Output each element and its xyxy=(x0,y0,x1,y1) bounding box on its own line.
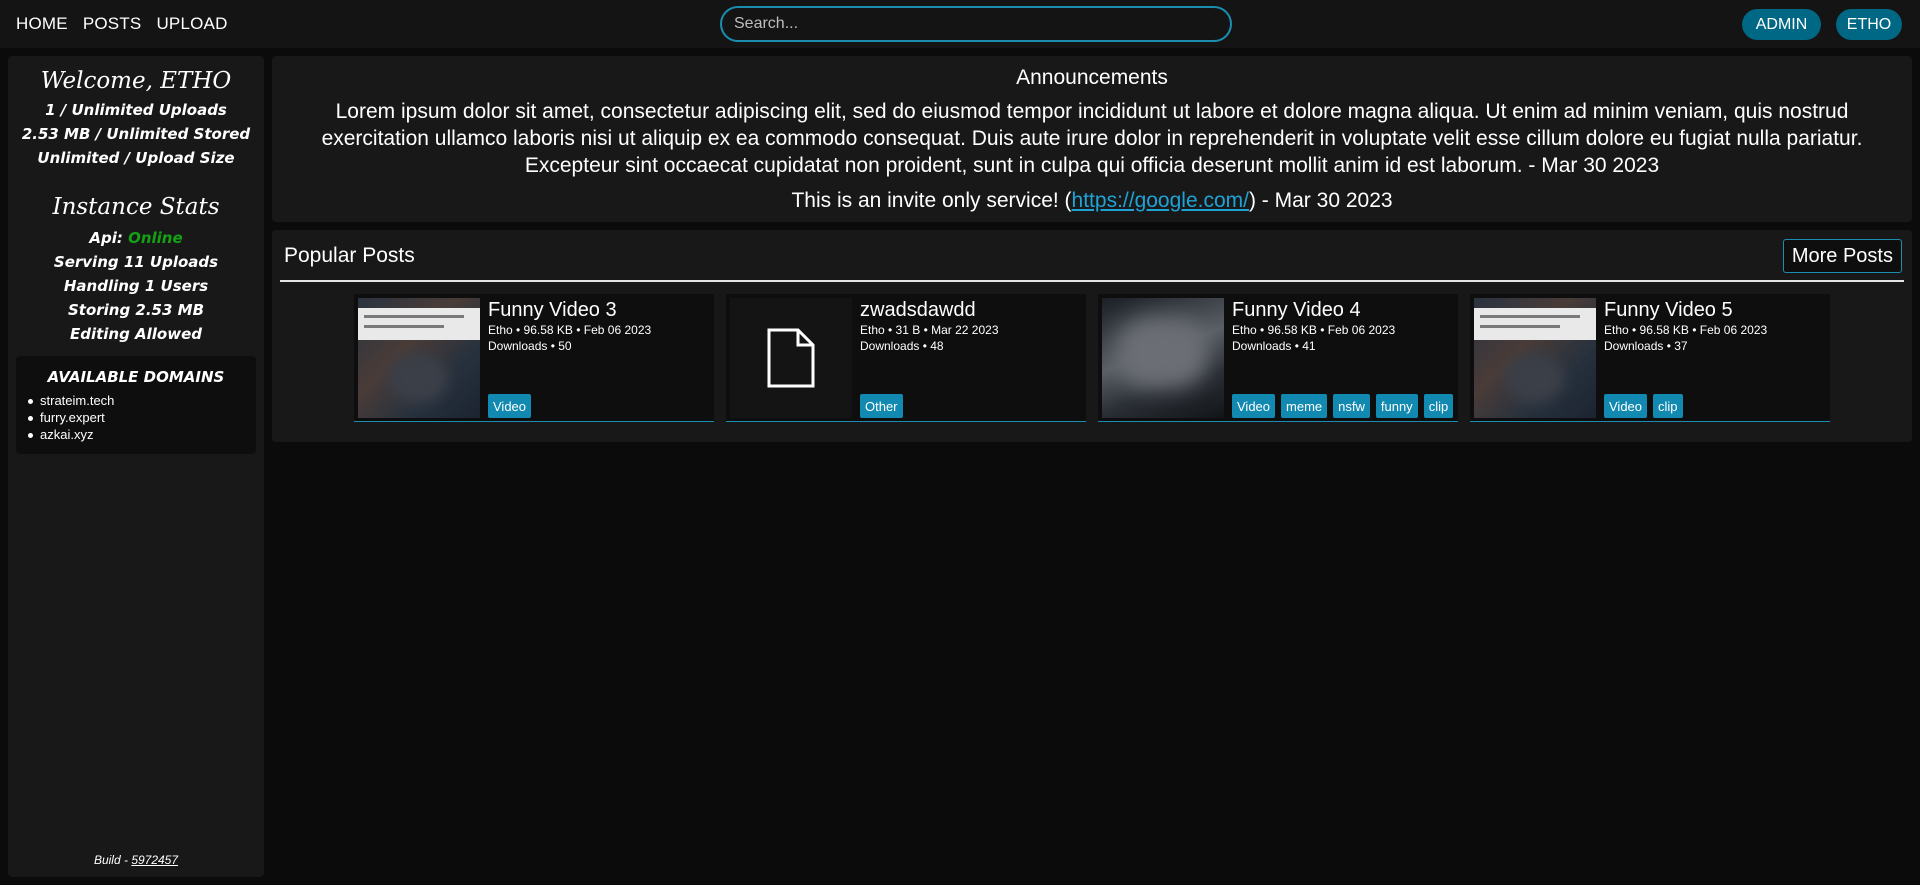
nav-links: HOME POSTS UPLOAD xyxy=(0,14,243,34)
post-title: zwadsdawdd xyxy=(860,299,976,321)
post-card[interactable]: Funny Video 4 Etho • 96.58 KB • Feb 06 2… xyxy=(1098,294,1458,422)
post-downloads: Downloads • 41 xyxy=(1232,339,1316,353)
popular-posts-panel: Popular Posts More Posts Funny Video 3 E… xyxy=(272,230,1912,442)
thumbnail-figure xyxy=(1504,353,1564,403)
thumbnail-figure xyxy=(388,353,448,403)
tag-badge[interactable]: meme xyxy=(1281,394,1328,418)
api-status: Online xyxy=(128,229,183,247)
invite-suffix: ) - Mar 30 2023 xyxy=(1248,189,1393,212)
domain-item: furry.expert xyxy=(26,409,246,426)
thumbnail-caption xyxy=(358,308,480,340)
post-thumbnail xyxy=(1474,298,1596,418)
admin-button[interactable]: ADMIN xyxy=(1742,9,1821,40)
domain-item: azkai.xyz xyxy=(26,426,246,443)
post-thumbnail xyxy=(358,298,480,418)
uploads-stat: 1 / Unlimited Uploads xyxy=(45,101,227,119)
search-input[interactable] xyxy=(720,6,1232,42)
post-card[interactable]: Funny Video 3 Etho • 96.58 KB • Feb 06 2… xyxy=(354,294,714,422)
tag-badge[interactable]: clip xyxy=(1653,394,1683,418)
tag-badge[interactable]: Other xyxy=(860,394,903,418)
more-posts-button[interactable]: More Posts xyxy=(1782,239,1902,273)
post-tags: Video xyxy=(488,394,532,418)
post-cards: Funny Video 3 Etho • 96.58 KB • Feb 06 2… xyxy=(354,294,1830,422)
nav-posts-link[interactable]: POSTS xyxy=(83,14,142,34)
editing-stat: Editing Allowed xyxy=(69,325,203,343)
user-stats: 1 / Unlimited Uploads 2.53 MB / Unlimite… xyxy=(8,98,264,170)
post-meta: Etho • 96.58 KB • Feb 06 2023 xyxy=(488,323,652,337)
upload-size-stat: Unlimited / Upload Size xyxy=(37,149,235,167)
post-info: zwadsdawdd Etho • 31 B • Mar 22 2023 Dow… xyxy=(860,298,1080,354)
instance-stats-heading: Instance Stats xyxy=(52,194,220,220)
thumbnail-figure xyxy=(1117,318,1207,388)
divider xyxy=(280,280,1904,282)
nav-home-link[interactable]: HOME xyxy=(16,14,68,34)
stored-stat: 2.53 MB / Unlimited Stored xyxy=(21,125,251,143)
post-tags: Video meme nsfw funny clip xyxy=(1232,394,1454,418)
popular-posts-title: Popular Posts xyxy=(284,244,415,267)
tag-badge[interactable]: clip xyxy=(1423,394,1454,418)
build-info: Build - 5972457 xyxy=(8,853,264,867)
nav-upload-link[interactable]: UPLOAD xyxy=(156,14,227,34)
announcement-text: Lorem ipsum dolor sit amet, consectetur … xyxy=(321,100,1863,177)
build-label: Build - xyxy=(93,853,128,867)
api-status-row: Api: Online xyxy=(8,226,264,250)
announcements-title: Announcements xyxy=(1016,66,1168,89)
post-title: Funny Video 3 xyxy=(488,299,617,321)
tag-badge[interactable]: Video xyxy=(488,394,532,418)
tag-badge[interactable]: Video xyxy=(1232,394,1276,418)
sidebar: Welcome, ETHO 1 / Unlimited Uploads 2.53… xyxy=(8,56,264,877)
tag-badge[interactable]: nsfw xyxy=(1333,394,1370,418)
post-card[interactable]: zwadsdawdd Etho • 31 B • Mar 22 2023 Dow… xyxy=(726,294,1086,422)
post-tags: Other xyxy=(860,394,903,418)
post-downloads: Downloads • 37 xyxy=(1604,339,1688,353)
post-downloads: Downloads • 48 xyxy=(860,339,944,353)
post-card[interactable]: Funny Video 5 Etho • 96.58 KB • Feb 06 2… xyxy=(1470,294,1830,422)
tag-badge[interactable]: funny xyxy=(1375,394,1418,418)
post-info: Funny Video 5 Etho • 96.58 KB • Feb 06 2… xyxy=(1604,298,1824,354)
user-menu-button[interactable]: ETHO xyxy=(1836,9,1902,40)
handling-stat: Handling 1 Users xyxy=(63,277,209,295)
storing-stat: Storing 2.53 MB xyxy=(67,301,205,319)
api-label: Api: xyxy=(89,229,123,247)
post-thumbnail xyxy=(1102,298,1224,418)
post-info: Funny Video 3 Etho • 96.58 KB • Feb 06 2… xyxy=(488,298,708,354)
invite-announcement: This is an invite only service! (https:/… xyxy=(272,187,1912,214)
serving-stat: Serving 11 Uploads xyxy=(53,253,219,271)
post-thumbnail xyxy=(730,298,852,418)
tag-badge[interactable]: Video xyxy=(1604,394,1648,418)
build-hash-link[interactable]: 5972457 xyxy=(131,853,178,867)
file-icon xyxy=(767,328,815,388)
post-downloads: Downloads • 50 xyxy=(488,339,572,353)
post-tags: Video clip xyxy=(1604,394,1683,418)
invite-link[interactable]: https://google.com/ xyxy=(1072,189,1249,212)
domain-item: strateim.tech xyxy=(26,392,246,409)
domains-title: AVAILABLE DOMAINS xyxy=(47,368,225,386)
domains-list: strateim.tech furry.expert azkai.xyz xyxy=(26,392,246,443)
welcome-heading: Welcome, ETHO xyxy=(40,68,232,94)
post-meta: Etho • 31 B • Mar 22 2023 xyxy=(860,323,999,337)
announcements-panel: Announcements Lorem ipsum dolor sit amet… xyxy=(272,56,1912,222)
top-navbar: HOME POSTS UPLOAD ADMIN ETHO xyxy=(0,0,1920,48)
post-title: Funny Video 4 xyxy=(1232,299,1361,321)
instance-stats: Api: Online Serving 11 Uploads Handling … xyxy=(8,226,264,346)
post-info: Funny Video 4 Etho • 96.58 KB • Feb 06 2… xyxy=(1232,298,1452,354)
post-meta: Etho • 96.58 KB • Feb 06 2023 xyxy=(1232,323,1396,337)
invite-prefix: This is an invite only service! ( xyxy=(791,189,1072,212)
post-meta: Etho • 96.58 KB • Feb 06 2023 xyxy=(1604,323,1768,337)
available-domains-box: AVAILABLE DOMAINS strateim.tech furry.ex… xyxy=(16,356,256,454)
thumbnail-caption xyxy=(1474,308,1596,340)
post-title: Funny Video 5 xyxy=(1604,299,1733,321)
